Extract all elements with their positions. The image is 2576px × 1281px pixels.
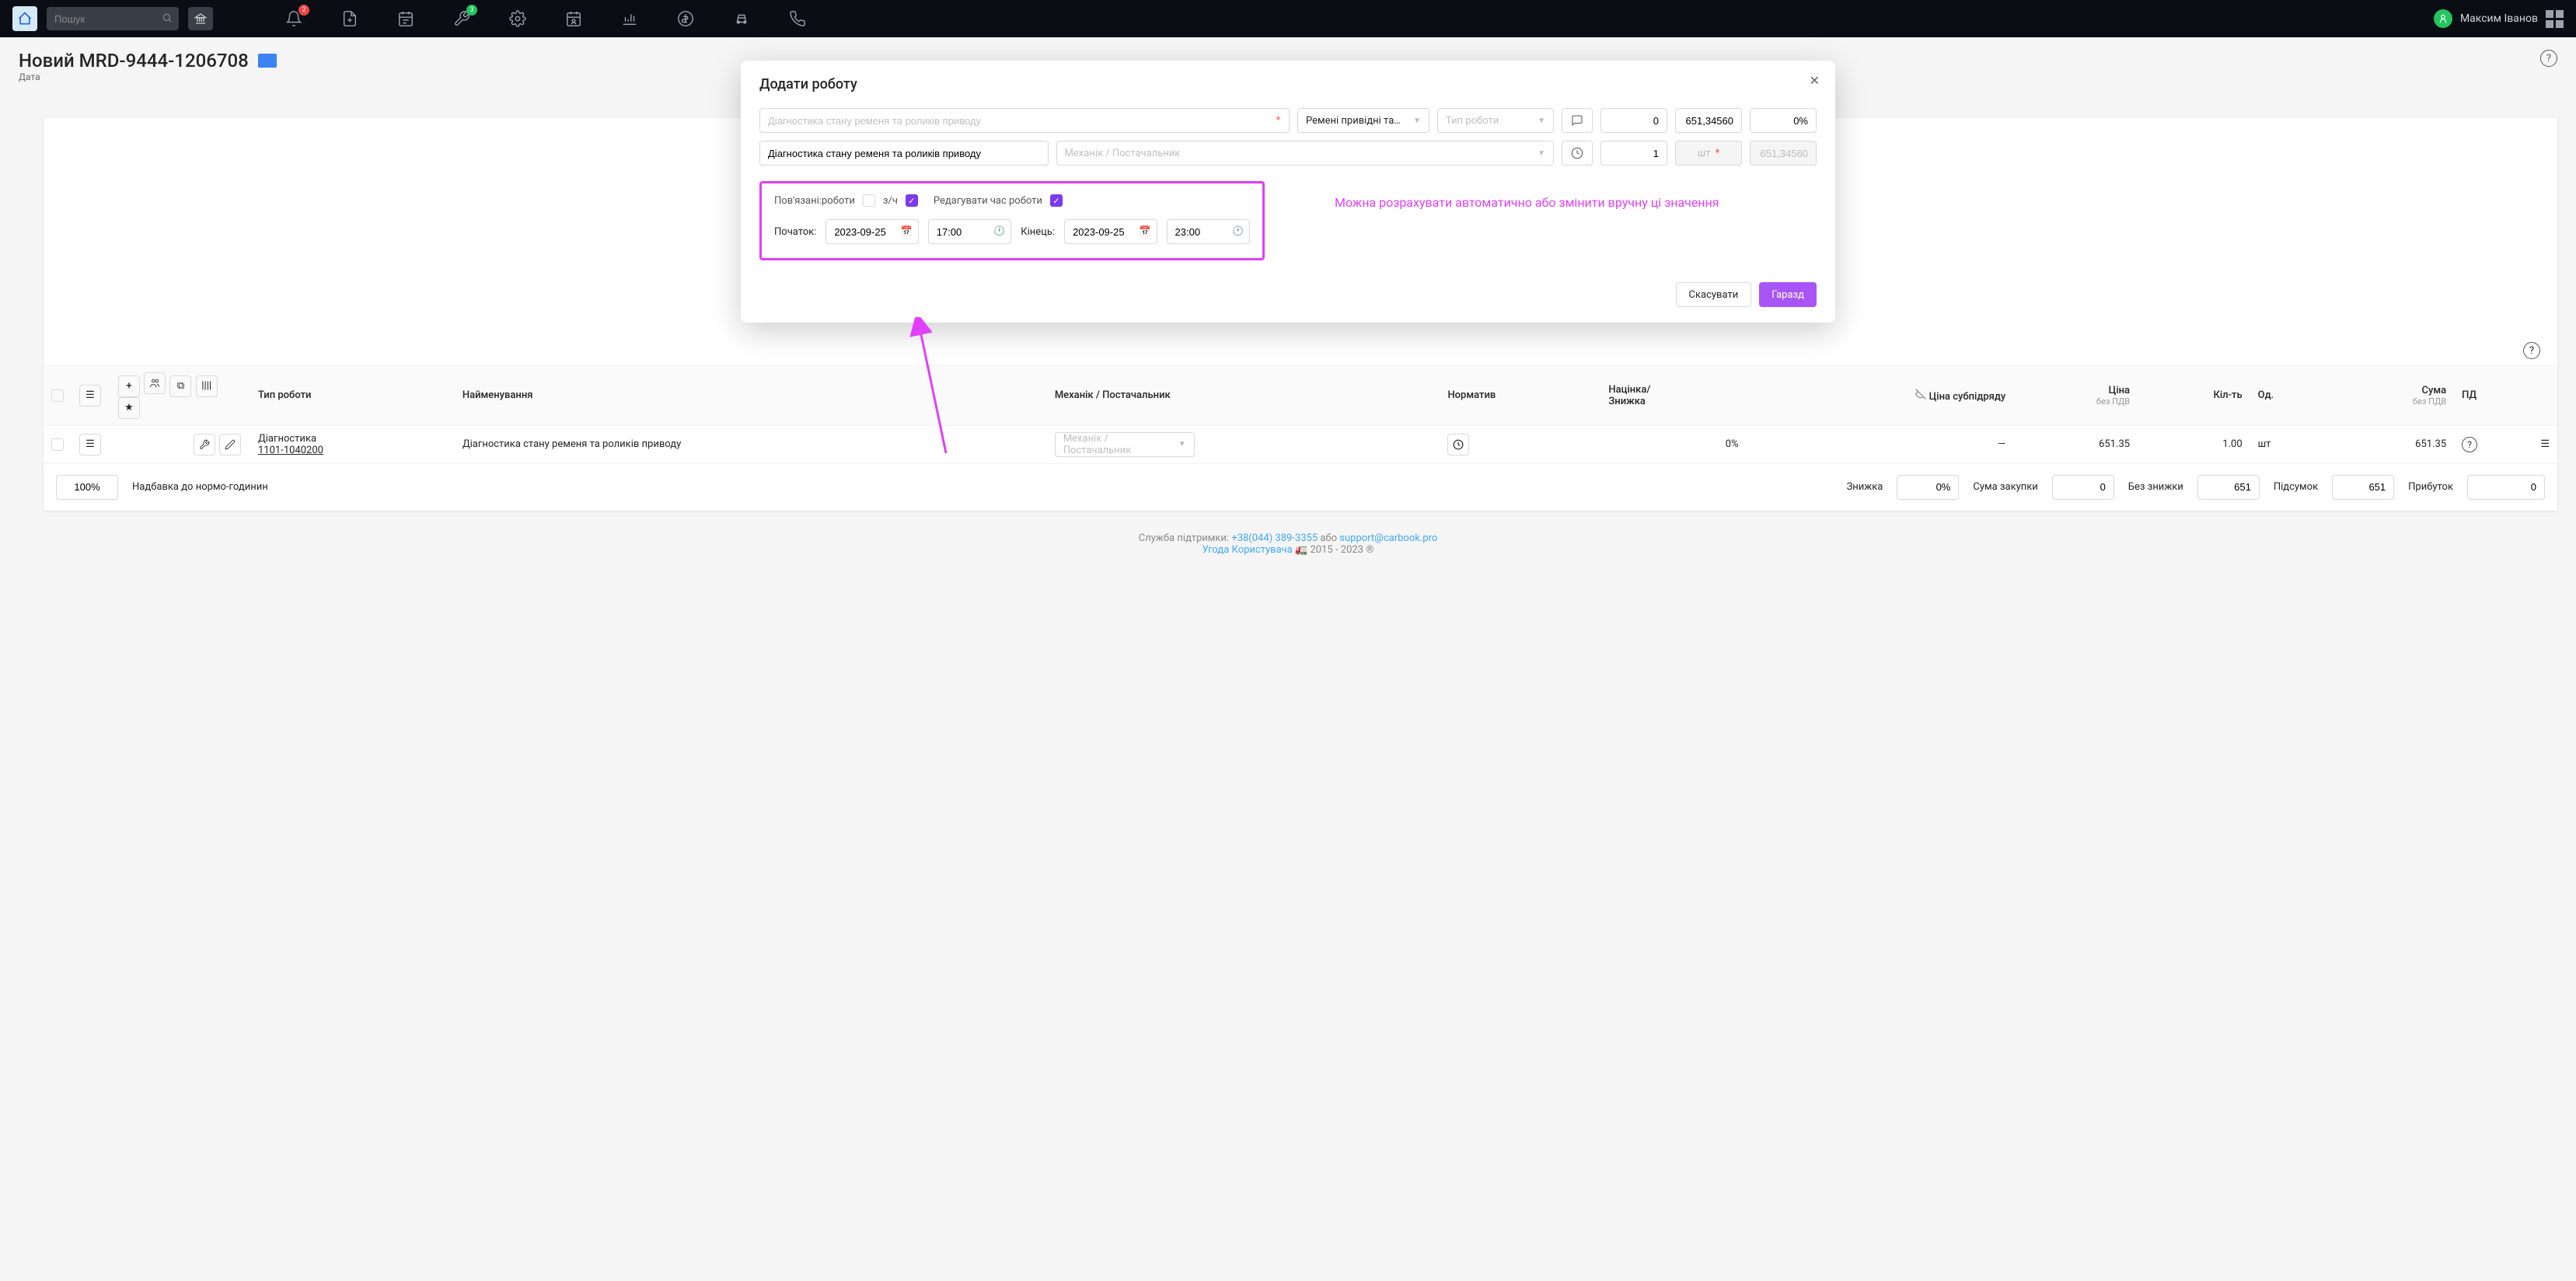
price1-input[interactable] xyxy=(1675,108,1742,133)
clock-icon: 🕐 xyxy=(993,225,1005,236)
group-select[interactable]: Ремені привідні та…▼ xyxy=(1297,108,1429,133)
annotation-text: Можна розрахувати автоматично або змінит… xyxy=(1335,195,1719,210)
qty2-input[interactable] xyxy=(1600,141,1667,166)
end-label: Кінець: xyxy=(1021,226,1055,238)
edit-time-label: Редагувати час роботи xyxy=(934,195,1042,207)
time-button[interactable] xyxy=(1562,141,1593,166)
required-indicator: * xyxy=(1276,114,1280,125)
modal-title: Додати роботу xyxy=(759,76,1817,92)
calendar-icon: 📅 xyxy=(901,225,913,236)
name-input[interactable] xyxy=(759,141,1049,166)
zh-label: з/ч xyxy=(883,195,898,207)
add-job-modal: Додати роботу ✕ * Ремені привідні та…▼ Т… xyxy=(741,61,1835,323)
discount-input[interactable] xyxy=(1750,108,1817,133)
zh-checkbox[interactable]: ✓ xyxy=(906,194,918,207)
related-checkbox[interactable] xyxy=(863,194,875,207)
start-label: Початок: xyxy=(774,226,816,238)
comment-button[interactable] xyxy=(1562,108,1593,133)
job-input[interactable] xyxy=(759,108,1290,133)
total-display xyxy=(1750,141,1817,166)
close-icon[interactable]: ✕ xyxy=(1810,73,1820,88)
calendar-icon: 📅 xyxy=(1140,225,1151,236)
time-edit-box: Пов'язані:роботи з/ч ✓ Редагувати час ро… xyxy=(759,181,1265,260)
edit-time-checkbox[interactable]: ✓ xyxy=(1050,194,1063,207)
clock-icon: 🕐 xyxy=(1232,225,1244,236)
type-select[interactable]: Тип роботи▼ xyxy=(1437,108,1554,133)
ok-button[interactable]: Гаразд xyxy=(1759,282,1817,307)
mechanic-select[interactable]: Механік / Постачальник▼ xyxy=(1056,141,1554,166)
unit-display: шт* xyxy=(1675,141,1742,166)
related-label: Пов'язані:роботи xyxy=(774,195,855,207)
qty1-input[interactable] xyxy=(1600,108,1667,133)
cancel-button[interactable]: Скасувати xyxy=(1676,282,1752,307)
